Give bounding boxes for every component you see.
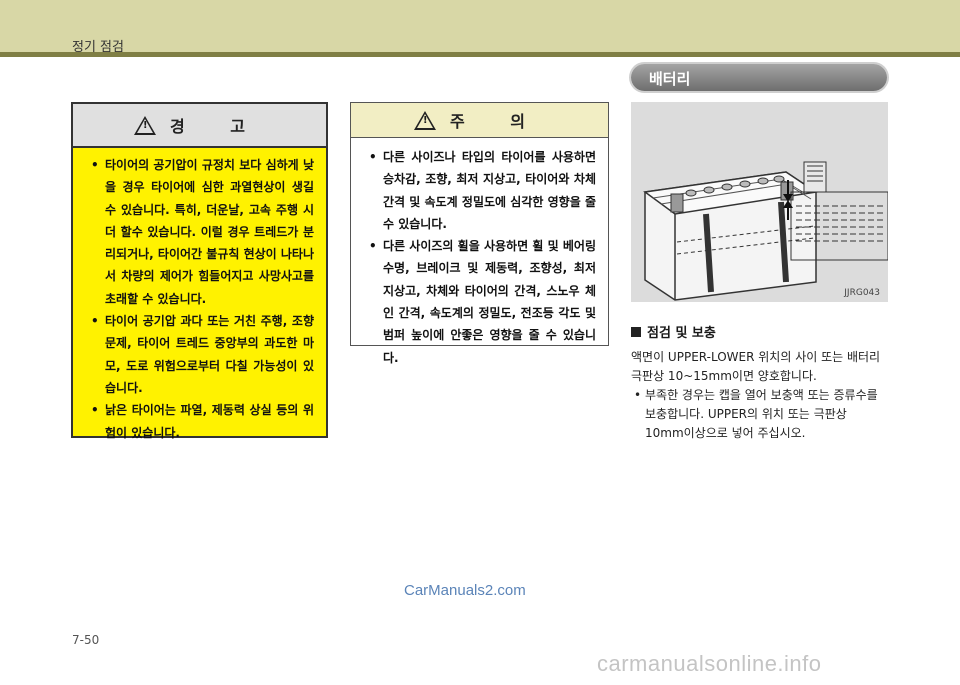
footer-watermark: carmanualsonline.info <box>597 651 822 676</box>
header-band <box>0 0 960 52</box>
section-title: 정기 점검 <box>72 40 124 55</box>
watermark-link[interactable]: CarManuals2.com <box>404 582 526 599</box>
square-bullet-icon <box>631 327 641 337</box>
battery-illustration <box>643 161 889 301</box>
battery-pill-title: 배터리 <box>649 70 691 88</box>
caution-title: 주 의 <box>449 112 545 131</box>
battery-bullets: 부족한 경우는 캡을 열어 보충액 또는 증류수를 보충합니다. UPPER의 … <box>631 386 889 443</box>
battery-section-pill: 배터리 <box>631 64 887 91</box>
warning-list: 타이어의 공기압이 규정치 보다 심하게 낮을 경우 타이어에 심한 과열현상이… <box>73 148 326 444</box>
warning-box: ! 경 고 타이어의 공기압이 규정치 보다 심하게 낮을 경우 타이어에 심한… <box>71 102 328 440</box>
warning-item: 타이어의 공기압이 규정치 보다 심하게 낮을 경우 타이어에 심한 과열현상이… <box>91 154 314 310</box>
caution-list: 다른 사이즈나 타입의 타이어를 사용하면 승차감, 조향, 최저 지상고, 타… <box>351 138 608 369</box>
caution-box: ! 주 의 다른 사이즈나 타입의 타이어를 사용하면 승차감, 조향, 최저 … <box>350 102 609 365</box>
warning-item: 타이어 공기압 과다 또는 거친 주행, 조향 문제, 타이어 트레드 중앙부의… <box>91 310 314 399</box>
caution-triangle-icon: ! <box>413 110 436 130</box>
battery-paragraph: 액면이 UPPER-LOWER 위치의 사이 또는 배터리 극판상 10~15m… <box>631 350 881 383</box>
battery-subheading-text: 점검 및 보충 <box>647 326 716 341</box>
battery-subheading: 점검 및 보충 <box>631 322 716 341</box>
caution-item: 다른 사이즈의 휠을 사용하면 휠 및 베어링 수명, 브레이크 및 제동력, … <box>369 235 596 369</box>
battery-bullet: 부족한 경우는 캡을 열어 보충액 또는 증류수를 보충합니다. UPPER의 … <box>634 386 889 443</box>
battery-figure: JJRG043 <box>631 102 889 302</box>
warning-header: ! 경 고 <box>73 104 326 148</box>
warning-item: 낡은 타이어는 파열, 제동력 상실 등의 위험이 있습니다. <box>91 399 314 444</box>
battery-body: 액면이 UPPER-LOWER 위치의 사이 또는 배터리 극판상 10~15m… <box>631 348 889 443</box>
warning-triangle-icon: ! <box>133 115 156 135</box>
caution-item: 다른 사이즈나 타입의 타이어를 사용하면 승차감, 조향, 최저 지상고, 타… <box>369 146 596 235</box>
warning-title: 경 고 <box>169 117 265 136</box>
header-line <box>0 52 960 57</box>
caution-header: ! 주 의 <box>351 103 608 138</box>
page-number: 7-50 <box>72 633 100 647</box>
figure-code: JJRG043 <box>844 288 880 298</box>
